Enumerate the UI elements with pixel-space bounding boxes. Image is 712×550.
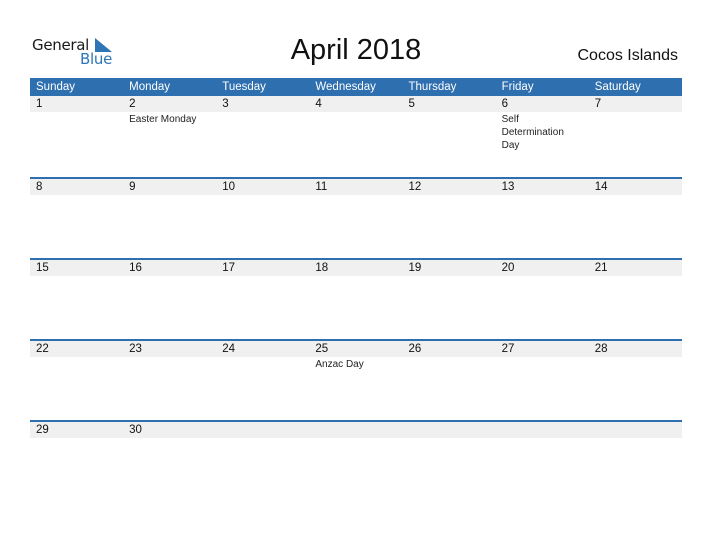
holiday-label <box>589 195 682 196</box>
day-number: 6 <box>501 98 509 110</box>
holiday-label <box>216 438 309 439</box>
holiday-label <box>309 438 402 439</box>
weekday-sunday: Sunday <box>36 81 76 93</box>
calendar-week: 22 23 24 25 26 27 28 Anzac Day <box>30 339 682 420</box>
event-row <box>30 438 682 439</box>
holiday-label <box>589 438 682 439</box>
date-row: 15 16 17 18 19 20 21 <box>30 260 682 276</box>
weekday-monday: Monday <box>129 81 171 93</box>
holiday-label <box>589 357 682 371</box>
holiday-label: Self Determination Day <box>501 114 564 151</box>
date-row: 8 9 10 11 12 13 14 <box>30 179 682 195</box>
country-label: Cocos Islands <box>577 47 679 64</box>
holiday-label <box>216 357 309 371</box>
day-number: 24 <box>222 343 236 355</box>
holiday-label <box>403 438 496 439</box>
day-number: 10 <box>222 181 236 193</box>
day-number: 17 <box>222 262 236 274</box>
calendar-week: 29 30 <box>30 420 682 501</box>
holiday-label <box>30 357 123 371</box>
holiday-label <box>496 276 589 277</box>
holiday-label <box>496 195 589 196</box>
holiday-label <box>403 276 496 277</box>
day-number: 30 <box>129 424 142 436</box>
holiday-label <box>309 195 402 196</box>
holiday-label <box>30 112 123 152</box>
day-number: 3 <box>222 98 229 110</box>
day-number: 18 <box>315 262 329 274</box>
event-row <box>30 195 682 196</box>
day-number: 21 <box>594 262 608 274</box>
weekday-friday: Friday <box>501 81 534 93</box>
holiday-label <box>403 112 496 152</box>
day-number: 1 <box>36 98 43 110</box>
holiday-label <box>496 438 589 439</box>
holiday-label <box>30 276 123 277</box>
holiday-label <box>216 276 309 277</box>
event-row: Anzac Day <box>30 357 682 371</box>
day-number: 15 <box>36 262 49 274</box>
holiday-label <box>403 357 496 371</box>
holiday-label <box>216 195 309 196</box>
day-number <box>216 422 309 438</box>
day-number: 26 <box>408 343 422 355</box>
holiday-label <box>589 112 682 152</box>
day-number <box>309 422 402 438</box>
day-number: 23 <box>129 343 142 355</box>
day-number <box>403 422 496 438</box>
day-number <box>589 422 682 438</box>
holiday-label: Anzac Day <box>315 359 364 370</box>
holiday-label <box>123 438 216 439</box>
day-number: 11 <box>315 181 328 193</box>
day-number: 13 <box>501 181 515 193</box>
holiday-label <box>309 112 402 152</box>
weekday-saturday: Saturday <box>594 81 641 93</box>
day-number: 8 <box>36 181 43 193</box>
holiday-label <box>30 438 123 439</box>
weekday-tuesday: Tuesday <box>222 81 266 93</box>
calendar-week: 15 16 17 18 19 20 21 <box>30 258 682 339</box>
day-number <box>496 422 589 438</box>
calendar-week: 1 2 3 4 5 6 7 Easter Monday Self Determination D… <box>30 96 682 177</box>
event-row <box>30 276 682 277</box>
day-number: 27 <box>501 343 515 355</box>
day-number: 9 <box>129 181 136 193</box>
event-row: Easter Monday Self Determination Day <box>30 112 682 152</box>
calendar-week: 8 9 10 11 12 13 14 <box>30 177 682 258</box>
holiday-label <box>30 195 123 196</box>
day-number: 19 <box>408 262 422 274</box>
date-row: 29 30 <box>30 422 682 438</box>
holiday-label <box>123 195 216 196</box>
day-number: 7 <box>594 98 602 110</box>
day-number: 14 <box>594 181 608 193</box>
day-number: 16 <box>129 262 142 274</box>
day-number: 22 <box>36 343 49 355</box>
day-number: 12 <box>408 181 422 193</box>
weekday-header: Sunday Monday Tuesday Wednesday Thursday… <box>30 78 682 96</box>
day-number: 28 <box>594 343 608 355</box>
calendar: Sunday Monday Tuesday Wednesday Thursday… <box>30 78 682 501</box>
holiday-label <box>216 112 309 152</box>
holiday-label <box>589 276 682 277</box>
date-row: 1 2 3 4 5 6 7 <box>30 96 682 112</box>
holiday-label: Easter Monday <box>129 114 197 125</box>
holiday-label <box>309 276 402 277</box>
holiday-label <box>496 357 589 371</box>
day-number: 29 <box>36 424 49 436</box>
date-row: 22 23 24 25 26 27 28 <box>30 341 682 357</box>
weekday-thursday: Thursday <box>408 81 457 93</box>
holiday-label <box>123 357 216 371</box>
holiday-label <box>123 276 216 277</box>
day-number: 5 <box>408 98 415 110</box>
day-number: 4 <box>315 98 322 110</box>
day-number: 2 <box>129 98 136 110</box>
holiday-label <box>403 195 496 196</box>
weekday-wednesday: Wednesday <box>315 81 376 93</box>
day-number: 25 <box>315 343 329 355</box>
day-number: 20 <box>501 262 515 274</box>
